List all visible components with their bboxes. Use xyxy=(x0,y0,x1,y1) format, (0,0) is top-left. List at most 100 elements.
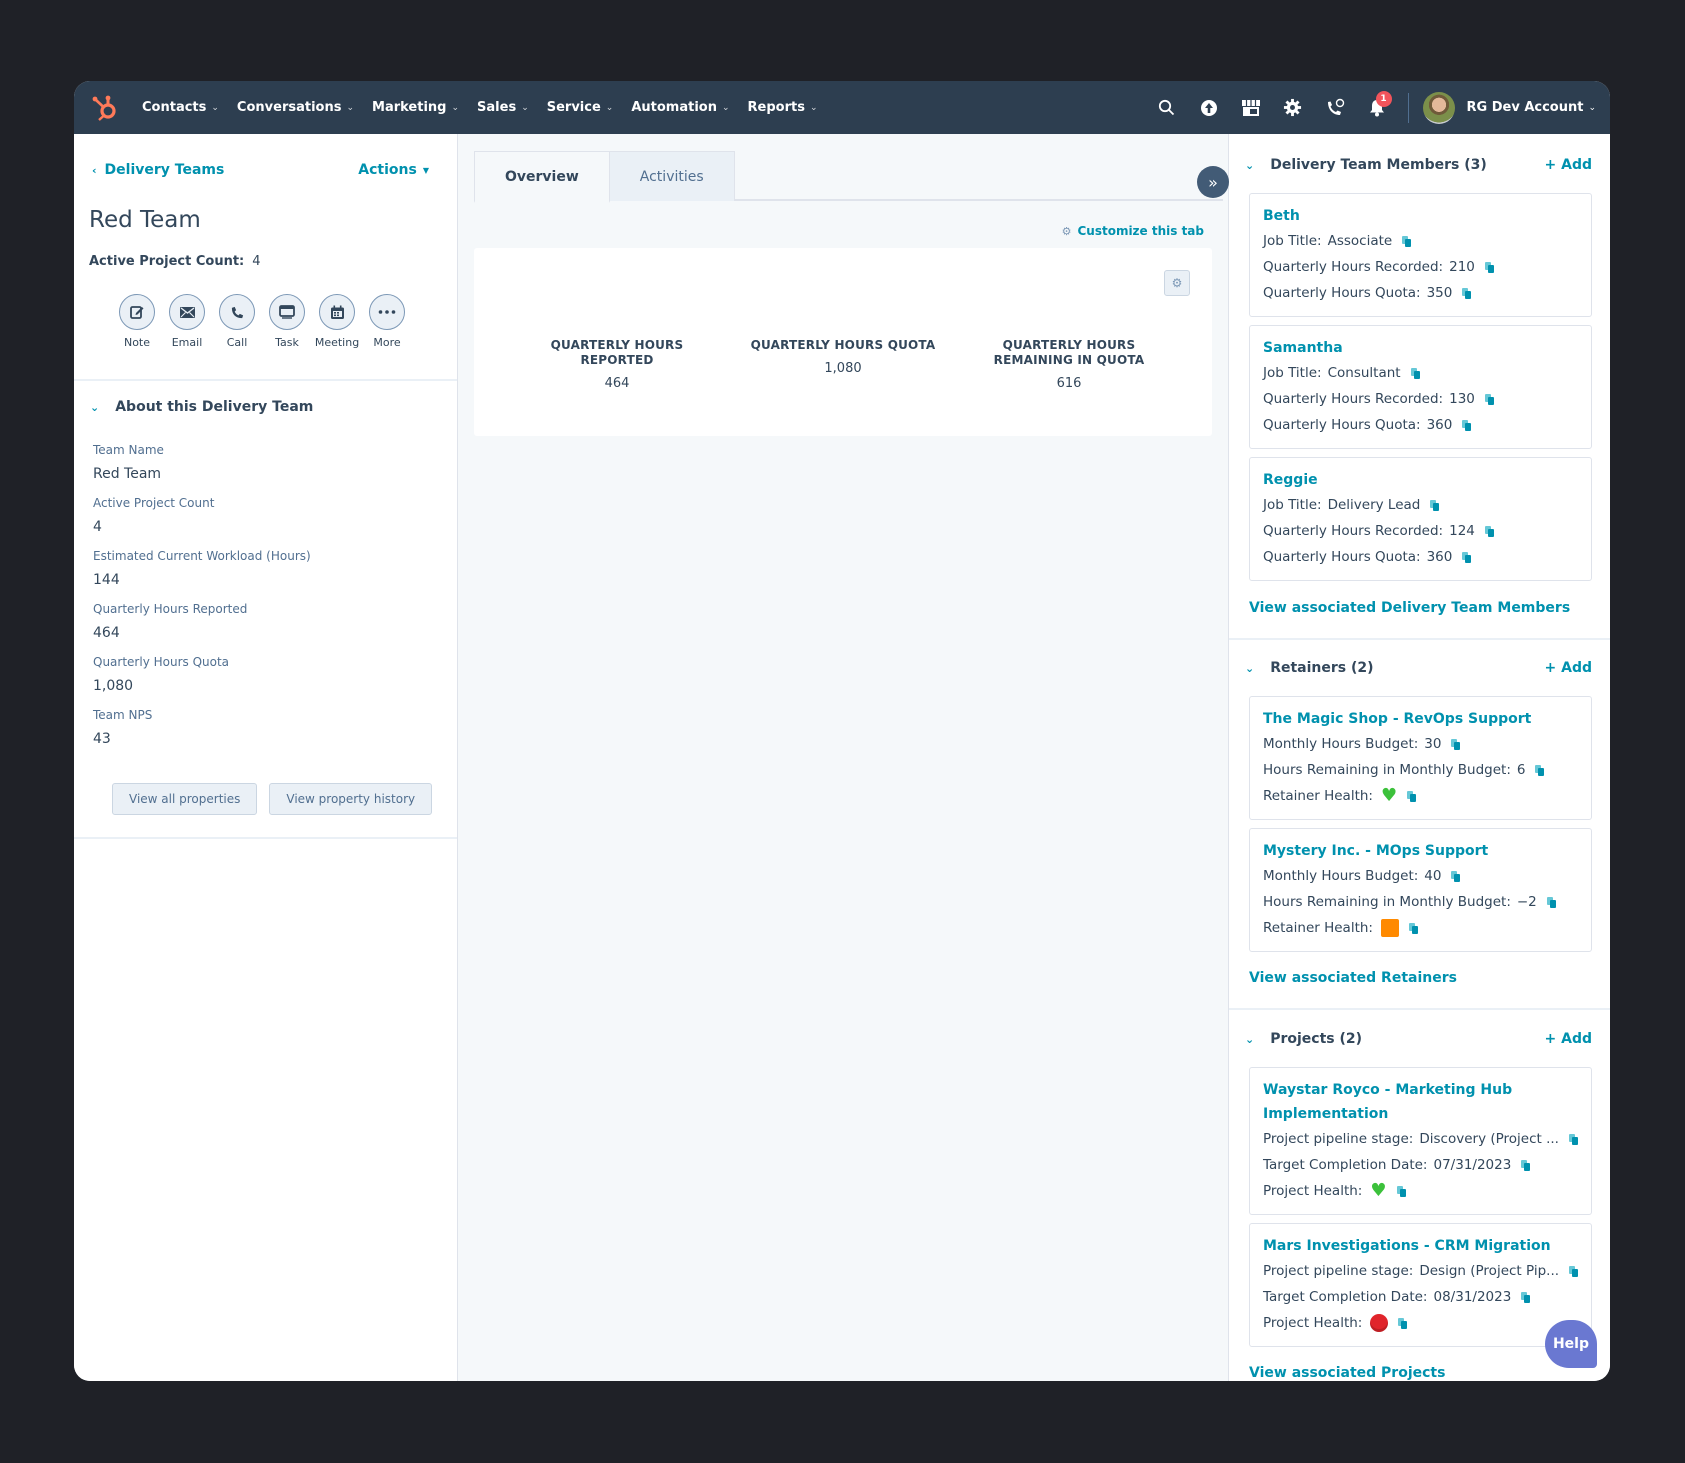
nav-marketing[interactable]: Marketing ⌄ xyxy=(372,100,459,115)
notifications-icon[interactable]: 1 xyxy=(1356,90,1398,123)
view-associated-projects-link[interactable]: View associated Projects xyxy=(1249,1365,1445,1381)
copy-icon[interactable] xyxy=(1396,1185,1406,1197)
copy-icon[interactable] xyxy=(1451,870,1461,882)
nav-sales[interactable]: Sales ⌄ xyxy=(477,100,529,115)
retainer-name-link[interactable]: Mystery Inc. - MOps Support xyxy=(1263,839,1578,863)
help-button[interactable]: Help xyxy=(1545,1320,1597,1368)
copy-icon[interactable] xyxy=(1569,1265,1578,1277)
copy-icon[interactable] xyxy=(1451,738,1461,750)
copy-icon[interactable] xyxy=(1521,1291,1531,1303)
property-quarterly-hours-quota[interactable]: Quarterly Hours Quota 1,080 xyxy=(93,655,311,694)
view-associated-members-link[interactable]: View associated Delivery Team Members xyxy=(1249,600,1570,616)
nav-automation[interactable]: Automation ⌄ xyxy=(631,100,729,115)
field-label: Job Title: xyxy=(1263,365,1322,381)
property-value[interactable]: 4 xyxy=(93,519,311,535)
about-section-toggle[interactable]: ⌄ About this Delivery Team xyxy=(90,399,313,415)
copy-icon[interactable] xyxy=(1521,1159,1531,1171)
nav-label: Automation xyxy=(631,100,717,115)
view-all-properties-button[interactable]: View all properties xyxy=(112,783,258,815)
field-label: Project Health: xyxy=(1263,1315,1363,1331)
section-title: Delivery Team Members (3) xyxy=(1270,157,1487,173)
property-value[interactable]: 1,080 xyxy=(93,678,311,694)
copy-icon[interactable] xyxy=(1546,896,1556,908)
copy-icon[interactable] xyxy=(1462,551,1472,563)
copy-icon[interactable] xyxy=(1408,922,1418,934)
avatar[interactable] xyxy=(1422,91,1455,124)
copy-icon[interactable] xyxy=(1407,790,1417,802)
more-button[interactable]: More xyxy=(369,294,405,349)
customize-tab-link[interactable]: ⚙ Customize this tab xyxy=(1062,224,1204,238)
actions-dropdown[interactable]: Actions ▼ xyxy=(358,162,429,178)
nav-conversations[interactable]: Conversations ⌄ xyxy=(237,100,354,115)
upgrade-icon[interactable] xyxy=(1188,93,1230,123)
view-property-history-button[interactable]: View property history xyxy=(269,783,433,815)
projects-section-header[interactable]: ⌄ Projects (2) + Add xyxy=(1245,1027,1592,1051)
members-section-header[interactable]: ⌄ Delivery Team Members (3) + Add xyxy=(1245,153,1592,177)
property-quarterly-hours-reported[interactable]: Quarterly Hours Reported 464 xyxy=(93,602,311,641)
copy-icon[interactable] xyxy=(1462,419,1472,431)
copy-icon[interactable] xyxy=(1535,764,1545,776)
retainer-name-link[interactable]: The Magic Shop - RevOps Support xyxy=(1263,707,1578,731)
account-menu[interactable]: RG Dev Account ⌄ xyxy=(1467,100,1597,115)
add-member-button[interactable]: + Add xyxy=(1545,157,1592,173)
chevron-down-icon: ⌄ xyxy=(1588,102,1596,113)
property-team-name[interactable]: Team Name Red Team xyxy=(93,443,311,482)
member-card: Reggie Job Title: Delivery Lead Quarterly… xyxy=(1249,457,1592,581)
field-value: 350 xyxy=(1426,285,1453,301)
project-name-link[interactable]: Waystar Royco - Marketing Hub Implementat… xyxy=(1263,1078,1578,1126)
assoc-row: Monthly Hours Budget: 30 xyxy=(1263,731,1578,757)
account-name: RG Dev Account xyxy=(1466,100,1584,115)
calling-icon[interactable] xyxy=(1314,93,1356,123)
field-value: Consultant xyxy=(1327,365,1401,381)
gear-icon: ⚙ xyxy=(1061,224,1072,238)
member-name-link[interactable]: Beth xyxy=(1263,204,1578,228)
copy-icon[interactable] xyxy=(1410,367,1420,379)
nav-label: Marketing xyxy=(372,100,447,115)
property-team-nps[interactable]: Team NPS 43 xyxy=(93,708,311,747)
copy-icon[interactable] xyxy=(1484,525,1494,537)
collapse-sidebar-button[interactable]: » xyxy=(1197,166,1229,198)
project-name-link[interactable]: Mars Investigations - CRM Migration xyxy=(1263,1234,1578,1258)
add-retainer-button[interactable]: + Add xyxy=(1545,660,1592,676)
assoc-row: Job Title: Associate xyxy=(1263,228,1578,254)
member-name-link[interactable]: Reggie xyxy=(1263,468,1578,492)
add-project-button[interactable]: + Add xyxy=(1545,1031,1592,1047)
copy-icon[interactable] xyxy=(1484,261,1494,273)
property-value[interactable]: Red Team xyxy=(93,466,311,482)
nav-reports[interactable]: Reports ⌄ xyxy=(748,100,818,115)
copy-icon[interactable] xyxy=(1398,1317,1408,1329)
member-name-link[interactable]: Samantha xyxy=(1263,336,1578,360)
retainers-section-header[interactable]: ⌄ Retainers (2) + Add xyxy=(1245,656,1592,680)
property-value[interactable]: 144 xyxy=(93,572,311,588)
breadcrumb-back-link[interactable]: ‹ Delivery Teams xyxy=(92,162,224,178)
copy-icon[interactable] xyxy=(1462,287,1472,299)
tab-overview[interactable]: Overview xyxy=(474,151,610,203)
email-button[interactable]: Email xyxy=(169,294,205,349)
property-value[interactable]: 464 xyxy=(93,625,311,641)
meeting-button[interactable]: Meeting xyxy=(315,294,359,349)
settings-icon[interactable] xyxy=(1272,93,1314,123)
copy-icon[interactable] xyxy=(1430,499,1440,511)
field-value: Delivery Lead xyxy=(1327,497,1421,513)
task-button[interactable]: Task xyxy=(269,294,305,349)
property-active-project-count[interactable]: Active Project Count 4 xyxy=(93,496,311,535)
view-associated-retainers-link[interactable]: View associated Retainers xyxy=(1249,970,1457,986)
copy-icon[interactable] xyxy=(1568,1133,1578,1145)
nav-service[interactable]: Service ⌄ xyxy=(547,100,614,115)
hubspot-logo[interactable] xyxy=(90,93,120,123)
property-estimated-workload[interactable]: Estimated Current Workload (Hours) 144 xyxy=(93,549,311,588)
property-value[interactable]: 43 xyxy=(93,731,311,747)
tab-activities[interactable]: Activities xyxy=(609,151,735,201)
copy-icon[interactable] xyxy=(1402,235,1412,247)
note-label: Note xyxy=(123,336,151,349)
assoc-row: Quarterly Hours Quota: 360 xyxy=(1263,412,1578,438)
field-label: Retainer Health: xyxy=(1263,920,1373,936)
call-button[interactable]: Call xyxy=(219,294,255,349)
copy-icon[interactable] xyxy=(1484,393,1494,405)
search-icon[interactable] xyxy=(1146,93,1188,123)
nav-contacts[interactable]: Contacts ⌄ xyxy=(142,100,219,115)
note-button[interactable]: Note xyxy=(119,294,155,349)
card-settings-button[interactable]: ⚙ xyxy=(1164,270,1190,296)
field-label: Retainer Health: xyxy=(1263,788,1373,804)
marketplace-icon[interactable] xyxy=(1230,93,1272,123)
